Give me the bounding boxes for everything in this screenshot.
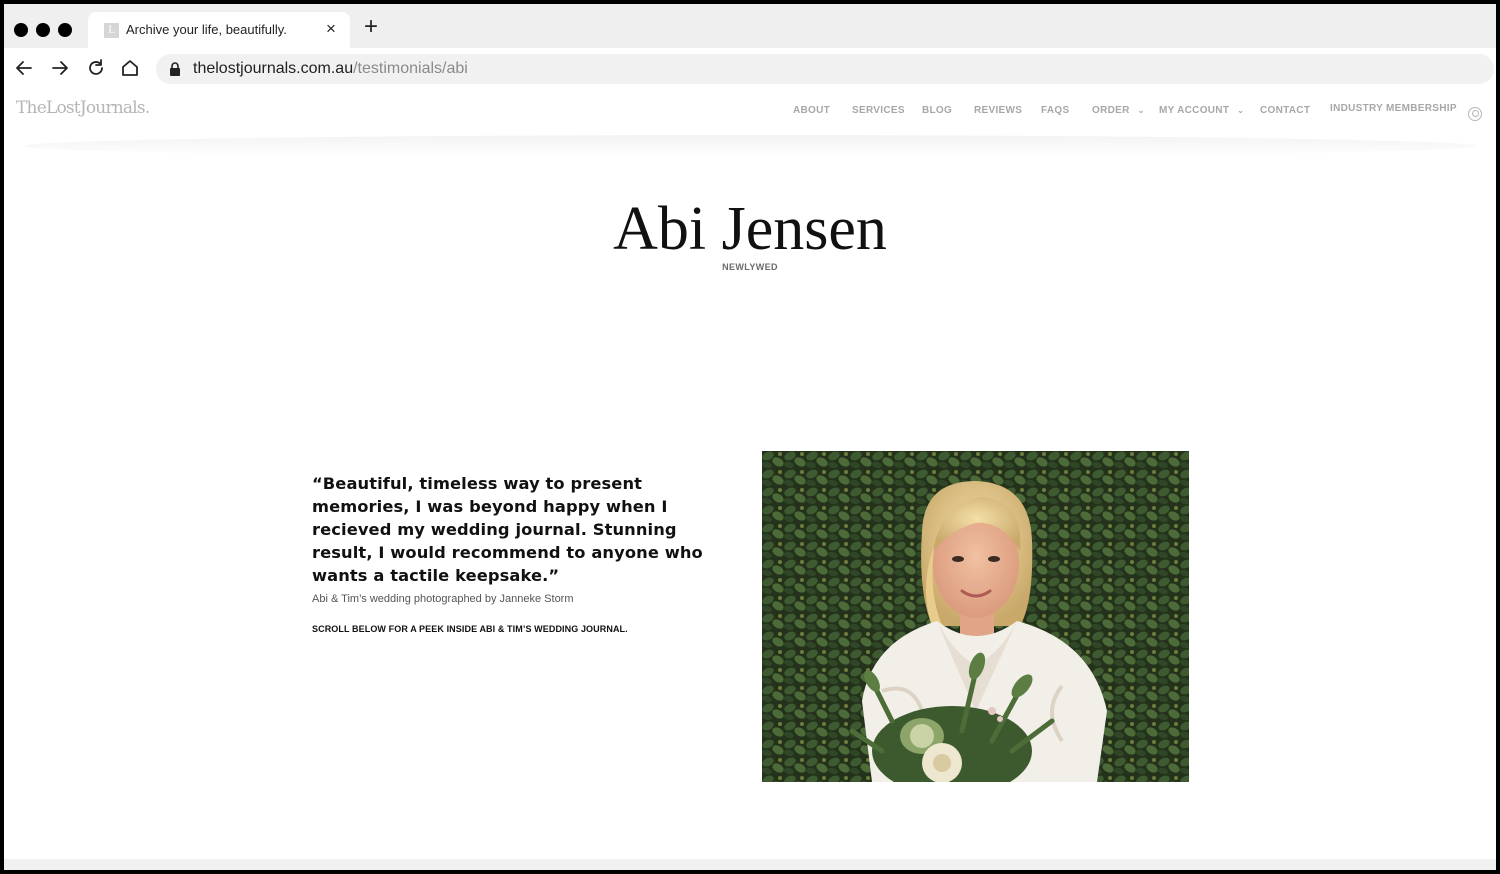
scroll-cta: SCROLL BELOW FOR A PEEK INSIDE ABI & TIM… bbox=[312, 624, 628, 634]
logo-journals: Journals. bbox=[79, 98, 150, 118]
address-bar-row: thelostjournals.com.au/testimonials/abi bbox=[4, 48, 1496, 88]
active-tab[interactable]: L Archive your life, beautifully. × bbox=[88, 12, 350, 48]
page-footer-strip bbox=[4, 859, 1496, 870]
user-account-icon[interactable] bbox=[1468, 107, 1482, 121]
nav-my-account[interactable]: MY ACCOUNT ⌄ bbox=[1159, 105, 1244, 116]
header-divider bbox=[24, 135, 1476, 157]
reload-icon[interactable] bbox=[86, 58, 106, 78]
nav-services[interactable]: SERVICES bbox=[852, 105, 905, 116]
bride-photo-illustration bbox=[762, 451, 1189, 782]
page-title: Abi Jensen bbox=[613, 195, 887, 263]
home-icon[interactable] bbox=[120, 58, 140, 78]
tab-title: Archive your life, beautifully. bbox=[126, 22, 287, 37]
lock-icon bbox=[170, 62, 180, 76]
minimize-window-dot[interactable] bbox=[36, 23, 50, 37]
maximize-window-dot[interactable] bbox=[58, 23, 72, 37]
new-tab-button[interactable]: + bbox=[364, 15, 378, 39]
url-field[interactable]: thelostjournals.com.au/testimonials/abi bbox=[156, 54, 1494, 84]
tab-bar: L Archive your life, beautifully. × + bbox=[4, 4, 1496, 48]
url-host: thelostjournals.com.au bbox=[193, 60, 354, 77]
nav-blog[interactable]: BLOG bbox=[922, 105, 952, 116]
forward-arrow-icon[interactable] bbox=[50, 58, 70, 78]
window-controls bbox=[14, 23, 72, 37]
chevron-down-icon: ⌄ bbox=[1137, 106, 1145, 115]
logo-the: The bbox=[16, 98, 47, 118]
page-subtitle: NEWLYWED bbox=[722, 262, 778, 272]
nav-contact[interactable]: CONTACT bbox=[1260, 105, 1310, 116]
chevron-down-icon: ⌄ bbox=[1237, 106, 1245, 115]
nav-reviews[interactable]: REVIEWS bbox=[974, 105, 1022, 116]
tab-close-icon[interactable]: × bbox=[326, 19, 336, 39]
nav-my-account-label: MY ACCOUNT bbox=[1159, 105, 1230, 116]
logo-lost: Lost bbox=[45, 98, 81, 118]
back-arrow-icon[interactable] bbox=[14, 58, 34, 78]
site-logo[interactable]: TheLostJournals. bbox=[16, 98, 150, 118]
url-path: /testimonials/abi bbox=[353, 60, 468, 77]
nav-faqs[interactable]: FAQS bbox=[1041, 105, 1069, 116]
url-text: thelostjournals.com.au/testimonials/abi bbox=[193, 60, 468, 78]
close-window-dot[interactable] bbox=[14, 23, 28, 37]
nav-order[interactable]: ORDER ⌄ bbox=[1092, 105, 1145, 116]
favicon-icon: L bbox=[104, 23, 119, 38]
site-header: TheLostJournals. ABOUT SERVICES BLOG REV… bbox=[4, 88, 1496, 138]
testimonial-quote: “Beautiful, timeless way to present memo… bbox=[312, 474, 703, 585]
browser-window: L Archive your life, beautifully. × + th… bbox=[0, 0, 1500, 874]
bride-photo bbox=[762, 451, 1189, 782]
photo-credit: Abi & Tim’s wedding photographed by Jann… bbox=[312, 593, 574, 605]
nav-order-label: ORDER bbox=[1092, 105, 1130, 116]
nav-about[interactable]: ABOUT bbox=[793, 105, 830, 116]
nav-industry-membership[interactable]: INDUSTRY MEMBERSHIP bbox=[1330, 103, 1457, 114]
